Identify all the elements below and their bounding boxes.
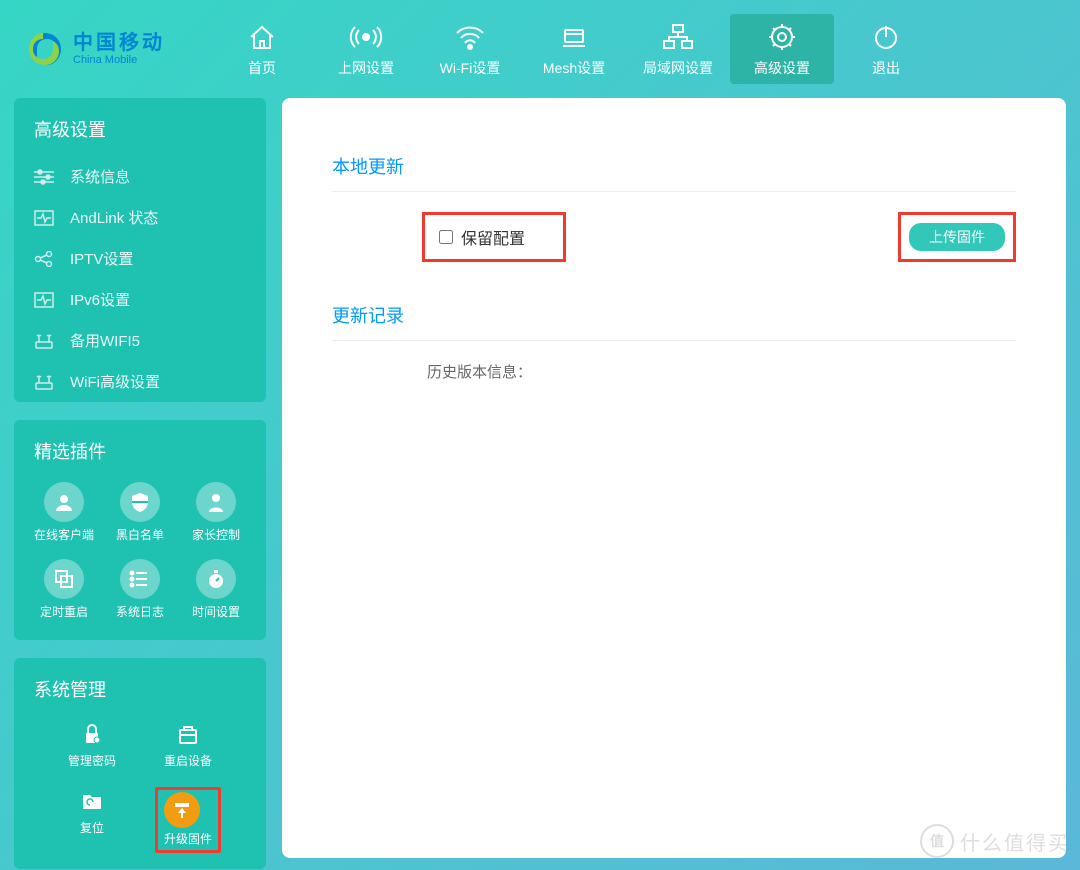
copy-icon (53, 568, 75, 590)
pulse-icon (34, 290, 60, 310)
mgmt-upgrade[interactable]: 升级固件 (140, 783, 236, 857)
list-icon (129, 568, 151, 590)
mgmt-reboot[interactable]: 重启设备 (140, 716, 236, 773)
watermark-badge-icon: 值 (920, 824, 954, 858)
upload-firmware-highlight: 上传固件 (898, 212, 1016, 262)
divider (332, 340, 1016, 341)
upload-icon (172, 800, 192, 820)
nav-lan[interactable]: 局域网设置 (626, 14, 730, 84)
sidebar-item-iptv[interactable]: IPTV设置 (14, 238, 266, 279)
sidebar-item-wifiadv[interactable]: WiFi高级设置 (14, 361, 266, 402)
keep-config-checkbox-wrap[interactable]: 保留配置 (422, 212, 566, 262)
nav-logout[interactable]: 退出 (834, 14, 938, 84)
main-content: 本地更新 保留配置 上传固件 更新记录 历史版本信息： (282, 98, 1066, 858)
nav-advanced[interactable]: 高级设置 (730, 14, 834, 84)
upload-firmware-button[interactable]: 上传固件 (909, 223, 1005, 251)
users-icon (53, 491, 75, 513)
sidebar-item-andlink[interactable]: AndLink 状态 (14, 197, 266, 238)
nav-home[interactable]: 首页 (210, 14, 314, 84)
sliders-icon (34, 167, 60, 187)
china-mobile-logo-icon (25, 29, 65, 69)
sidebar: 高级设置 系统信息 AndLink 状态 IPTV设置 IPv6设置 (14, 98, 266, 869)
mgmt-reset[interactable]: 复位 (44, 783, 140, 857)
gear-icon (767, 20, 797, 54)
sidebar-advanced-title: 高级设置 (14, 98, 266, 156)
share-icon (34, 249, 60, 269)
watermark: 值 什么值得买 (920, 824, 1070, 858)
sidebar-item-wifi5[interactable]: 备用WIFI5 (14, 320, 266, 361)
nav-mesh[interactable]: Mesh设置 (522, 14, 626, 84)
network-icon (661, 20, 695, 54)
pulse-icon (34, 208, 60, 228)
sidebar-item-sysinfo[interactable]: 系统信息 (14, 156, 266, 197)
person-icon (205, 491, 227, 513)
keep-config-checkbox[interactable] (439, 230, 453, 244)
lock-icon (78, 720, 106, 748)
history-version-label: 历史版本信息： (427, 361, 1016, 382)
router-icon (34, 372, 60, 392)
keep-config-label: 保留配置 (461, 225, 525, 249)
sidebar-plugins-panel: 精选插件 在线客户端 黑白名单 家长控制 定时重启 (14, 420, 266, 640)
sidebar-mgmt-panel: 系统管理 管理密码 重启设备 复位 (14, 658, 266, 869)
sidebar-plugins-title: 精选插件 (14, 420, 266, 478)
plugin-time[interactable]: 时间设置 (178, 555, 254, 624)
top-navigation: 首页 上网设置 Wi-Fi设置 Mesh设置 局域网设置 (210, 14, 938, 84)
divider (332, 191, 1016, 192)
mesh-icon (559, 20, 589, 54)
brand-name-cn: 中国移动 (73, 32, 165, 54)
plugin-syslog[interactable]: 系统日志 (102, 555, 178, 624)
nav-internet[interactable]: 上网设置 (314, 14, 418, 84)
mgmt-password[interactable]: 管理密码 (44, 716, 140, 773)
plugin-parental[interactable]: 家长控制 (178, 478, 254, 547)
power-icon (872, 20, 900, 54)
section-local-update-title: 本地更新 (332, 153, 1016, 179)
watermark-text: 什么值得买 (960, 827, 1070, 856)
plugin-blacklist[interactable]: 黑白名单 (102, 478, 178, 547)
shield-icon (129, 491, 151, 513)
stopwatch-icon (205, 568, 227, 590)
plugin-clients[interactable]: 在线客户端 (26, 478, 102, 547)
home-icon (247, 20, 277, 54)
broadcast-icon (349, 20, 383, 54)
wifi-icon (454, 20, 486, 54)
folder-reset-icon (78, 787, 106, 815)
header: 中国移动 China Mobile 首页 上网设置 Wi-Fi设置 (0, 0, 1080, 98)
section-history-title: 更新记录 (332, 302, 1016, 328)
plugin-schedule-reboot[interactable]: 定时重启 (26, 555, 102, 624)
sidebar-item-ipv6[interactable]: IPv6设置 (14, 279, 266, 320)
router-icon (34, 331, 60, 351)
nav-wifi[interactable]: Wi-Fi设置 (418, 14, 522, 84)
bag-icon (174, 720, 202, 748)
sidebar-advanced-panel: 高级设置 系统信息 AndLink 状态 IPTV设置 IPv6设置 (14, 98, 266, 402)
sidebar-mgmt-title: 系统管理 (14, 658, 266, 716)
logo: 中国移动 China Mobile (25, 29, 210, 69)
brand-name-en: China Mobile (73, 54, 165, 66)
